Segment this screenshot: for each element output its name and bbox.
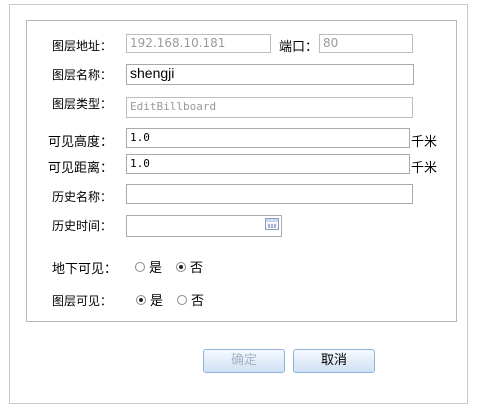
layer-visible-options: 是 否 [136, 290, 218, 309]
visible-distance-label: 可见距离： [48, 161, 114, 176]
address-label: 图层地址： [52, 39, 113, 53]
cancel-button[interactable]: 取消 [293, 349, 375, 373]
history-name-label: 历史名称： [52, 190, 113, 204]
layer-type-label: 图层类型： [52, 97, 113, 111]
layer-visible-no-radio[interactable] [177, 294, 188, 305]
calendar-icon[interactable] [265, 218, 279, 230]
layer-name-field[interactable]: shengji [126, 64, 414, 85]
underground-yes-radio[interactable] [135, 261, 145, 272]
layer-visible-yes-label: 是 [150, 294, 164, 309]
port-label: 端口： [279, 40, 319, 55]
confirm-button[interactable]: 确定 [203, 349, 285, 373]
layer-type-field[interactable]: EditBillboard [126, 97, 413, 118]
layer-name-label: 图层名称： [52, 68, 113, 82]
underground-no-radio[interactable] [176, 261, 187, 272]
visible-height-unit: 千米 [411, 135, 438, 150]
visible-height-label: 可见高度： [48, 135, 114, 150]
underground-visible-options: 是 否 [135, 257, 217, 276]
layer-visible-yes-radio[interactable] [136, 294, 146, 305]
history-time-field[interactable] [126, 215, 282, 237]
layer-visible-no-label: 否 [191, 294, 205, 309]
visible-height-field[interactable]: 1.0 [126, 128, 410, 148]
history-name-field[interactable] [126, 184, 413, 204]
visible-distance-unit: 千米 [411, 161, 438, 176]
underground-no-label: 否 [190, 261, 204, 276]
underground-yes-label: 是 [149, 261, 163, 276]
address-field[interactable]: 192.168.10.181 [126, 34, 271, 53]
history-time-label: 历史时间： [52, 219, 113, 233]
underground-visible-label: 地下可见： [52, 262, 118, 277]
layer-visible-label: 图层可见： [52, 294, 113, 308]
visible-distance-field[interactable]: 1.0 [126, 154, 410, 174]
port-field[interactable]: 80 [319, 34, 413, 53]
